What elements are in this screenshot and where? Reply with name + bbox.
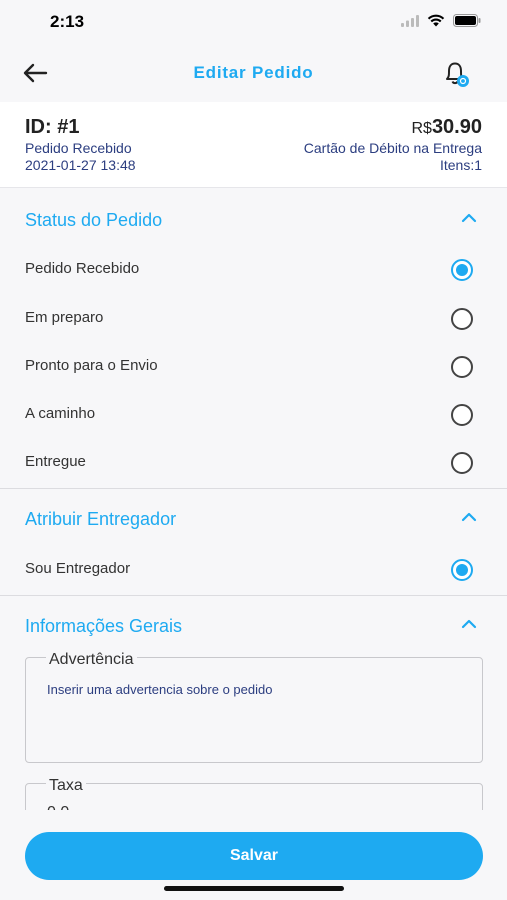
nav-header: Editar Pedido bbox=[0, 44, 507, 102]
order-status: Pedido Recebido bbox=[25, 140, 132, 156]
radio-button[interactable] bbox=[451, 356, 473, 378]
order-price-value: 30.90 bbox=[431, 116, 482, 138]
radio-button-selected[interactable] bbox=[451, 559, 473, 581]
order-date: 2021-01-27 13:48 bbox=[25, 157, 136, 173]
option-label: Em preparo bbox=[25, 309, 104, 326]
divider bbox=[0, 595, 507, 596]
home-indicator bbox=[164, 886, 344, 891]
chevron-up-icon[interactable] bbox=[461, 212, 477, 224]
items-count: Itens:1 bbox=[439, 157, 482, 173]
section-title: Status do Pedido bbox=[25, 210, 163, 230]
bell-icon[interactable] bbox=[439, 58, 473, 90]
currency-symbol: R$ bbox=[411, 120, 432, 137]
option-label: Sou Entregador bbox=[25, 560, 131, 577]
warning-field-label: Advertência bbox=[46, 652, 137, 668]
order-summary-card: ID: #1 Pedido Recebido 2021-01-27 13:48 … bbox=[0, 102, 507, 188]
option-label: Pronto para o Envio bbox=[25, 357, 158, 374]
option-label: Entregue bbox=[25, 453, 86, 470]
status-option-entregue[interactable]: Entregue bbox=[0, 439, 507, 487]
order-id: ID: #1 bbox=[25, 116, 80, 138]
page-title: Editar Pedido bbox=[193, 63, 314, 82]
wifi-icon bbox=[427, 14, 445, 27]
radio-button-selected[interactable] bbox=[451, 259, 473, 281]
section-title: Informações Gerais bbox=[25, 616, 183, 636]
section-title: Atribuir Entregador bbox=[25, 509, 177, 529]
radio-button[interactable] bbox=[451, 404, 473, 426]
fee-field-label: Taxa bbox=[46, 778, 86, 794]
status-bar: 2:13 bbox=[0, 0, 507, 44]
warning-field[interactable]: Advertência bbox=[25, 652, 483, 763]
payment-method: Cartão de Débito na Entrega bbox=[303, 140, 482, 156]
warning-input[interactable] bbox=[47, 682, 470, 697]
courier-section-header[interactable]: Atribuir Entregador bbox=[0, 491, 507, 547]
status-option-a-caminho[interactable]: A caminho bbox=[0, 391, 507, 439]
chevron-up-icon[interactable] bbox=[461, 511, 477, 523]
battery-icon bbox=[453, 14, 481, 27]
option-label: Pedido Recebido bbox=[25, 260, 140, 277]
radio-button[interactable] bbox=[451, 452, 473, 474]
status-time: 2:13 bbox=[50, 12, 85, 31]
chevron-up-icon[interactable] bbox=[461, 618, 477, 630]
general-section-header[interactable]: Informações Gerais bbox=[0, 598, 507, 654]
order-price: R$30.90 bbox=[411, 116, 482, 139]
option-label: A caminho bbox=[25, 405, 96, 422]
save-button[interactable]: Salvar bbox=[25, 832, 483, 880]
bottom-bar: Salvar bbox=[0, 810, 507, 900]
courier-option-sou-entregador[interactable]: Sou Entregador bbox=[0, 546, 507, 594]
status-option-em-preparo[interactable]: Em preparo bbox=[0, 295, 507, 343]
status-option-pronto-envio[interactable]: Pronto para o Envio bbox=[0, 343, 507, 391]
status-section-header[interactable]: Status do Pedido bbox=[0, 192, 507, 248]
signal-icon bbox=[401, 14, 419, 27]
status-option-pedido-recebido[interactable]: Pedido Recebido bbox=[0, 246, 507, 294]
divider bbox=[0, 488, 507, 489]
radio-button[interactable] bbox=[451, 308, 473, 330]
